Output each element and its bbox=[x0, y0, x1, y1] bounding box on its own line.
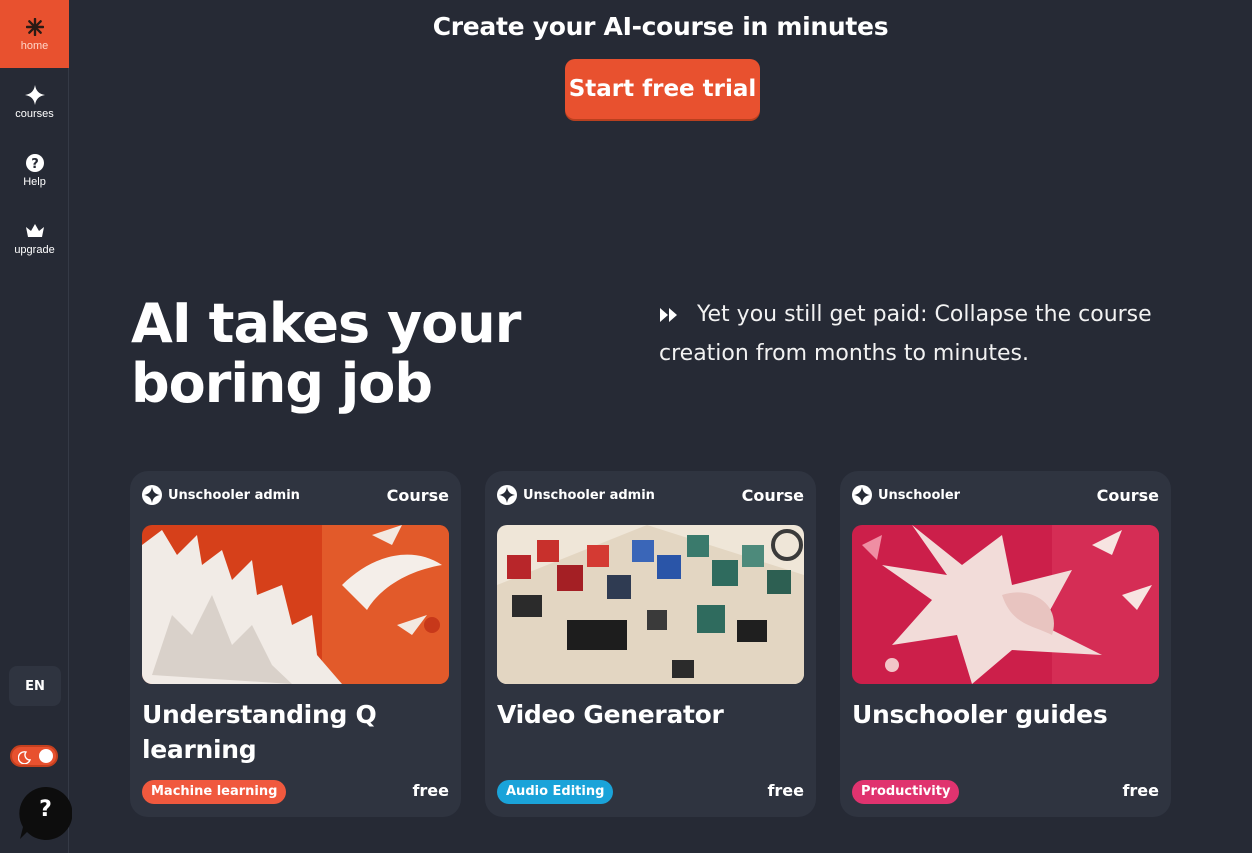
language-button[interactable]: EN bbox=[9, 666, 61, 706]
course-card[interactable]: Unschooler admin Course Video Generator … bbox=[485, 471, 816, 817]
sparkle-icon bbox=[24, 84, 45, 105]
card-thumbnail bbox=[142, 525, 449, 684]
card-header: Unschooler Course bbox=[852, 485, 1159, 505]
card-tag[interactable]: Machine learning bbox=[142, 780, 287, 804]
sidebar-item-label: Help bbox=[23, 175, 46, 188]
sidebar-item-label: upgrade bbox=[14, 243, 55, 256]
card-kind: Course bbox=[1096, 485, 1159, 505]
sidebar: home courses ? Help upgrade EN bbox=[0, 0, 69, 853]
moon-icon bbox=[17, 749, 32, 768]
card-author: Unschooler bbox=[852, 485, 960, 505]
help-bubble-label: ? bbox=[39, 797, 52, 822]
start-free-trial-button[interactable]: Start free trial bbox=[565, 59, 760, 119]
sidebar-item-label: courses bbox=[15, 107, 54, 120]
card-kind: Course bbox=[386, 485, 449, 505]
sidebar-item-label: home bbox=[20, 39, 49, 52]
card-price: free bbox=[1122, 781, 1159, 800]
hero-subtitle: Yet you still get paid: Collapse the cou… bbox=[659, 296, 1179, 372]
unschooler-logo-icon bbox=[142, 485, 162, 505]
card-author: Unschooler admin bbox=[497, 485, 655, 505]
course-card[interactable]: Unschooler Course Unschooler guides Prod… bbox=[840, 471, 1171, 817]
asterisk-icon bbox=[25, 17, 44, 37]
unschooler-logo-icon bbox=[852, 485, 872, 505]
card-price: free bbox=[767, 781, 804, 800]
banner-title: Create your AI-course in minutes bbox=[432, 12, 889, 41]
sidebar-item-upgrade[interactable]: upgrade bbox=[0, 204, 69, 272]
question-circle-icon: ? bbox=[25, 153, 44, 173]
card-thumbnail bbox=[852, 525, 1159, 684]
card-author-name: Unschooler admin bbox=[523, 487, 655, 503]
card-author: Unschooler admin bbox=[142, 485, 300, 505]
card-price: free bbox=[412, 781, 449, 800]
help-chat-button[interactable]: ? bbox=[19, 786, 73, 840]
unschooler-logo-icon bbox=[497, 485, 517, 505]
course-card[interactable]: Unschooler admin Course Understanding Q … bbox=[130, 471, 461, 817]
card-header: Unschooler admin Course bbox=[497, 485, 804, 505]
card-tag[interactable]: Productivity bbox=[852, 780, 960, 804]
hero-title: AI takes your boring job bbox=[131, 292, 521, 415]
card-title: Understanding Q learning bbox=[142, 700, 377, 764]
card-header: Unschooler admin Course bbox=[142, 485, 449, 505]
card-title: Unschooler guides bbox=[852, 700, 1108, 729]
theme-toggle[interactable] bbox=[10, 745, 58, 767]
toggle-knob bbox=[39, 749, 53, 763]
hero-subtitle-text: Yet you still get paid: Collapse the cou… bbox=[659, 302, 1152, 366]
sidebar-item-courses[interactable]: courses bbox=[0, 68, 69, 136]
crown-icon bbox=[25, 221, 45, 241]
fast-forward-icon bbox=[659, 298, 683, 335]
card-thumbnail bbox=[497, 525, 804, 684]
sidebar-item-help[interactable]: ? Help bbox=[0, 136, 69, 204]
card-author-name: Unschooler bbox=[878, 487, 961, 503]
card-title: Video Generator bbox=[497, 700, 724, 729]
card-author-name: Unschooler admin bbox=[168, 487, 300, 503]
svg-text:?: ? bbox=[31, 157, 39, 172]
card-kind: Course bbox=[741, 485, 804, 505]
sidebar-item-home[interactable]: home bbox=[0, 0, 69, 68]
card-tag[interactable]: Audio Editing bbox=[497, 780, 614, 804]
